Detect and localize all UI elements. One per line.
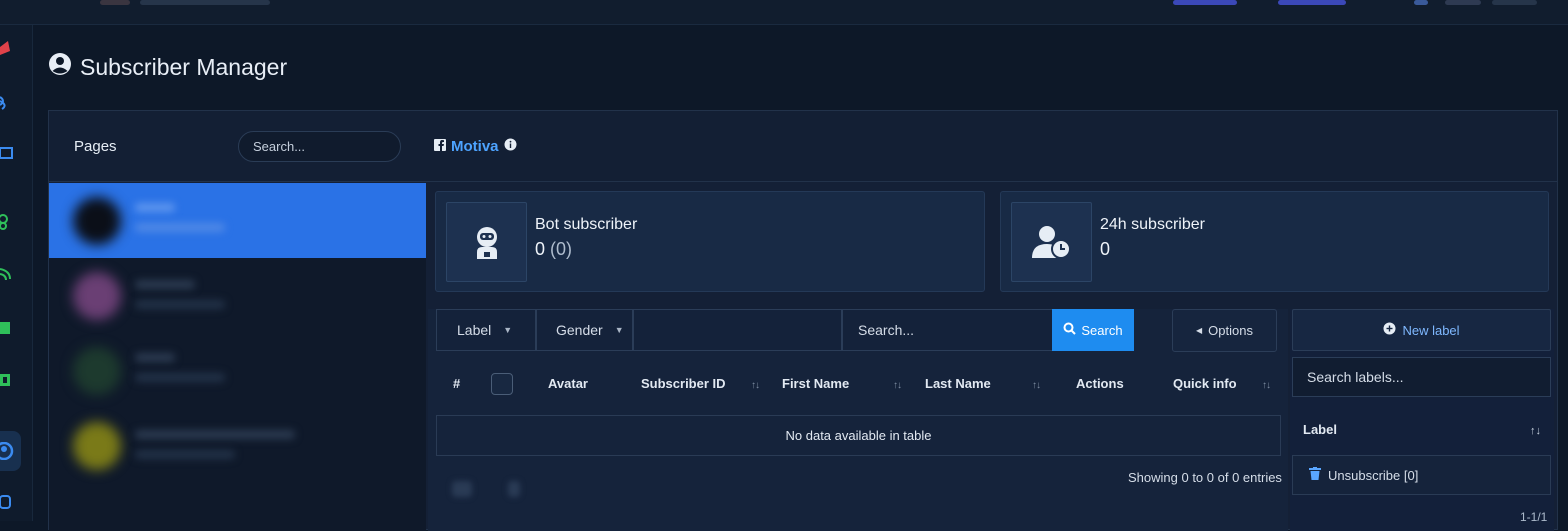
labels-panel: New label Search labels... Label ↑↓ Unsu… [1290, 309, 1554, 531]
selected-page-link[interactable]: Motiva [434, 138, 517, 155]
table-info: Showing 0 to 0 of 0 entries [1128, 470, 1282, 485]
sort-icon[interactable]: ↑↓ [751, 380, 760, 391]
page-list-item[interactable] [49, 183, 426, 258]
subscriber-panel: Pages Search... Motiva Bot subscriber 0 … [48, 110, 1558, 531]
caret-down-icon: ▼ [503, 325, 513, 335]
column-header-index[interactable]: # [453, 376, 460, 391]
label-pagination: 1-1/1 [1520, 510, 1548, 524]
pagination-previous[interactable] [452, 481, 472, 497]
topbar-button[interactable] [1173, 0, 1237, 5]
wave-icon[interactable] [0, 93, 14, 111]
plus-circle-icon [1383, 322, 1396, 338]
filter-row: Label ▼ Gender ▼ [436, 309, 842, 351]
page-list-item[interactable] [49, 333, 426, 408]
table-empty-row: No data available in table [436, 415, 1281, 456]
topbar-icon[interactable] [1414, 0, 1428, 5]
flame-icon[interactable] [0, 39, 14, 57]
page-list [49, 183, 426, 531]
label-select[interactable]: Label ▼ [436, 309, 536, 351]
pages-label: Pages [74, 138, 117, 155]
column-header-subscriber-id[interactable]: Subscriber ID [641, 376, 726, 391]
user-clock-icon [1011, 202, 1092, 282]
label-item-name: Unsubscribe [0] [1328, 467, 1419, 483]
label-search-input[interactable]: Search labels... [1292, 357, 1551, 397]
caret-left-icon: ◀ [1196, 326, 1203, 335]
stat-value: 0 (0) [535, 239, 573, 259]
sort-icon[interactable]: ↑↓ [1032, 380, 1041, 391]
topbar-element [100, 0, 130, 5]
table-header: # Avatar Subscriber ID ↑↓ First Name ↑↓ … [436, 364, 1281, 404]
column-header-last-name[interactable]: Last Name [925, 376, 991, 391]
ad-icon[interactable] [0, 371, 14, 389]
column-header-actions: Actions [1076, 376, 1124, 391]
sort-icon[interactable]: ↑↓ [1262, 380, 1271, 391]
stat-title: 24h subscriber [1100, 216, 1205, 233]
stat-extra: (0) [550, 239, 573, 259]
pagination-next[interactable] [508, 481, 520, 497]
subscriber-table-area: Label ▼ Gender ▼ Search... Search ◀ Option… [428, 309, 1288, 531]
topbar-element [1492, 0, 1537, 5]
gender-select[interactable]: Gender ▼ [536, 309, 633, 351]
search-icon [1063, 322, 1077, 338]
monitor-icon[interactable] [0, 145, 14, 163]
top-navbar [0, 0, 1568, 25]
stat-card-bot-subscriber: Bot subscriber 0 (0) [435, 191, 985, 292]
page-title: Subscriber Manager [48, 52, 287, 82]
pages-search-input[interactable]: Search... [238, 131, 401, 162]
label-column-header[interactable]: Label [1303, 422, 1337, 437]
subscriber-search-input[interactable]: Search... [842, 309, 1053, 351]
sort-icon[interactable]: ↑↓ [1530, 425, 1541, 437]
sort-icon[interactable]: ↑↓ [893, 380, 902, 391]
column-header-avatar: Avatar [548, 376, 588, 391]
sidebar-item-subscriber-manager[interactable] [0, 431, 21, 471]
facebook-icon [434, 138, 446, 155]
page-title-text: Subscriber Manager [80, 53, 288, 80]
caret-down-icon: ▼ [614, 325, 624, 335]
wifi-icon[interactable] [0, 265, 14, 283]
user-circle-icon [48, 52, 72, 82]
stat-value: 0 [1100, 239, 1111, 259]
column-header-first-name[interactable]: First Name [782, 376, 849, 391]
stat-title: Bot subscriber [535, 216, 638, 233]
left-sidebar [0, 25, 33, 521]
options-button[interactable]: ◀ Options [1172, 309, 1277, 352]
label-item[interactable]: Unsubscribe [0] [1292, 455, 1551, 495]
page-list-item[interactable] [49, 258, 426, 333]
new-label-button[interactable]: New label [1292, 309, 1551, 351]
stat-card-24h-subscriber: 24h subscriber 0 [1000, 191, 1549, 292]
chip-icon[interactable] [0, 319, 14, 337]
robot-icon[interactable] [0, 493, 14, 511]
select-all-checkbox[interactable] [491, 373, 513, 395]
page-list-item[interactable] [49, 408, 426, 483]
search-button[interactable]: Search [1052, 309, 1134, 351]
topbar-button[interactable] [1278, 0, 1346, 5]
column-header-quick-info[interactable]: Quick info [1173, 376, 1237, 391]
panel-header: Pages Search... Motiva [49, 111, 1557, 182]
robot-icon [446, 202, 527, 282]
avatar[interactable] [1445, 0, 1481, 5]
topbar-element [140, 0, 270, 5]
selected-page-name: Motiva [451, 138, 499, 155]
trash-icon[interactable] [1309, 467, 1321, 483]
link-icon[interactable] [0, 213, 14, 231]
filter-text-input[interactable] [633, 309, 842, 351]
info-icon[interactable] [504, 138, 517, 155]
